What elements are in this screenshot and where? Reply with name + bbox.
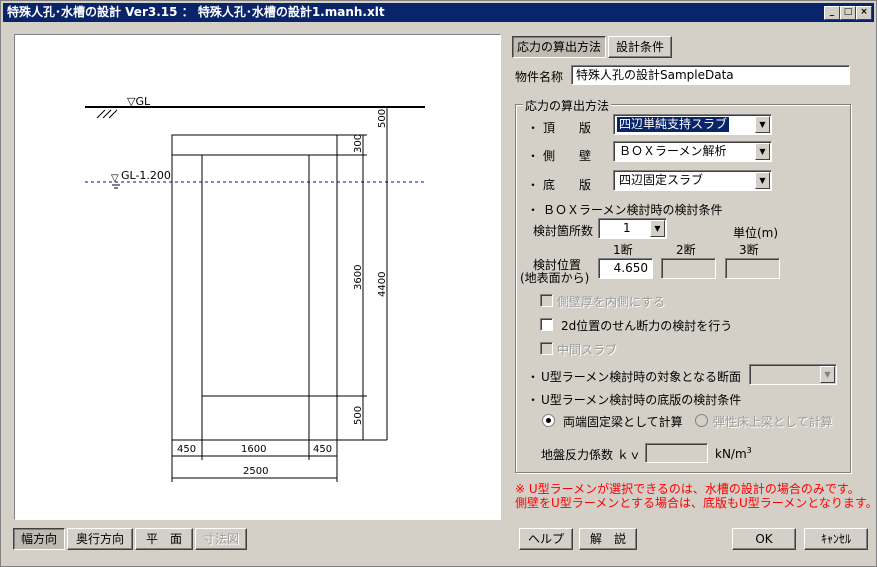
drawing-canvas: ▽GL ▽ GL-1.200 500 300 3600 4400 500 450… — [14, 34, 501, 520]
side-wall-label: 側 壁 — [543, 149, 592, 163]
section-1-label: 1断 — [613, 243, 633, 257]
position-2-input[interactable] — [661, 258, 716, 279]
minimize-button[interactable]: _ — [824, 6, 840, 20]
section-2-label: 2断 — [676, 243, 696, 257]
u-target-select[interactable]: ▼ — [749, 364, 837, 385]
bullet-bottom: ・ — [527, 178, 540, 192]
chevron-down-icon[interactable]: ▼ — [650, 220, 665, 237]
dim-2500: 2500 — [243, 466, 268, 477]
help-button[interactable]: ヘルプ — [519, 528, 573, 550]
middle-slab-label: 中間スラブ — [557, 343, 618, 357]
dim-450-right: 450 — [313, 444, 332, 455]
shear-2d-checkbox[interactable] — [540, 318, 553, 331]
bottom-slab-value: 四辺固定スラブ — [619, 173, 704, 187]
dim-1600: 1600 — [241, 444, 266, 455]
kv-label: 地盤反力係数 ｋｖ — [541, 448, 641, 462]
property-name-field[interactable]: 特殊人孔の設計SampleData — [571, 65, 850, 85]
dim-300: 300 — [353, 134, 364, 153]
elastic-beam-radio[interactable] — [695, 414, 708, 427]
water-level-label: GL-1.200 — [121, 169, 171, 182]
box-conditions-title: ＢＯＸラーメン検討時の検討条件 — [543, 203, 723, 217]
close-button[interactable]: × — [856, 6, 872, 20]
dim-4400: 4400 — [377, 272, 388, 297]
section-3-label: 3断 — [739, 243, 759, 257]
dim-500-top: 500 — [377, 109, 388, 128]
view-dims-button[interactable]: 寸法図 — [195, 528, 247, 550]
bullet-side: ・ — [527, 149, 540, 163]
maximize-button[interactable]: □ — [840, 6, 856, 20]
title-bar: 特殊人孔･水槽の設計 Ver3.15 ： 特殊人孔･水槽の設計1.manh.xl… — [3, 3, 874, 22]
kv-unit: kN/m3 — [715, 446, 752, 461]
top-slab-label: 頂 版 — [543, 121, 592, 135]
water-mark-icon: ▽ — [111, 173, 119, 184]
bullet-u-bottom: ・ — [527, 393, 540, 407]
position-1-input[interactable]: 4.650 — [598, 258, 653, 279]
view-plan-button[interactable]: 平 面 — [135, 528, 193, 550]
count-value: 1 — [623, 221, 631, 235]
side-wall-value: ＢＯＸラーメン解析 — [619, 144, 727, 158]
kv-unit-text: kN/m — [715, 447, 747, 461]
chevron-down-icon[interactable]: ▼ — [755, 143, 770, 160]
gl-label: ▽GL — [127, 95, 151, 108]
kv-input[interactable] — [645, 443, 708, 463]
inner-wall-label: 側壁厚を内側にする — [557, 295, 666, 309]
position-label-2: (地表面から) — [520, 271, 590, 285]
view-width-button[interactable]: 幅方向 — [13, 528, 65, 550]
cancel-button[interactable]: ｷｬﾝｾﾙ — [804, 528, 868, 550]
chevron-down-icon[interactable]: ▼ — [755, 172, 770, 189]
window-title: 特殊人孔･水槽の設計 Ver3.15 ： 特殊人孔･水槽の設計1.manh.xl… — [7, 5, 385, 19]
chevron-down-icon[interactable]: ▼ — [820, 366, 835, 383]
middle-slab-checkbox[interactable] — [540, 342, 553, 355]
u-bottom-label: U型ラーメン検討時の底版の検討条件 — [541, 393, 742, 407]
ok-button[interactable]: OK — [732, 528, 796, 550]
kv-unit-sup: 3 — [746, 446, 752, 455]
inner-wall-checkbox[interactable] — [540, 294, 553, 307]
inner-box — [201, 154, 310, 397]
dim-500-bot: 500 — [353, 406, 364, 425]
explain-button[interactable]: 解 説 — [579, 528, 637, 550]
tab-stress-method[interactable]: 応力の算出方法 — [512, 36, 606, 58]
bullet-top: ・ — [527, 121, 540, 135]
fixed-beam-radio[interactable] — [542, 414, 555, 427]
dim-3600: 3600 — [353, 265, 364, 290]
position-3-input[interactable] — [725, 258, 780, 279]
count-select[interactable]: 1 ▼ — [598, 218, 667, 239]
bottom-slab-label: 底 版 — [543, 178, 592, 192]
bullet-box: ・ — [527, 203, 540, 217]
top-slab-value: 四辺単純支持スラブ — [617, 117, 730, 132]
count-label: 検討箇所数 — [533, 224, 594, 238]
fixed-beam-label: 両端固定梁として計算 — [563, 415, 683, 429]
side-wall-select[interactable]: ＢＯＸラーメン解析 ▼ — [613, 141, 772, 162]
property-name-label: 物件名称 — [515, 70, 564, 84]
u-target-label: U型ラーメン検討時の対象となる断面 — [541, 370, 741, 384]
shear-2d-label: 2d位置のせん断力の検討を行う — [561, 319, 733, 333]
section-drawing: ▽GL ▽ GL-1.200 500 300 3600 4400 500 450… — [85, 95, 425, 482]
elastic-beam-label: 弾性床上梁として計算 — [713, 415, 833, 429]
view-depth-button[interactable]: 奥行方向 — [67, 528, 133, 550]
unit-label: 単位(m) — [733, 226, 779, 240]
main-window: 特殊人孔･水槽の設計 Ver3.15 ： 特殊人孔･水槽の設計1.manh.xl… — [0, 0, 877, 567]
dim-450-left: 450 — [177, 444, 196, 455]
top-slab-select[interactable]: 四辺単純支持スラブ ▼ — [613, 114, 772, 135]
tab-design-conditions[interactable]: 設計条件 — [608, 36, 672, 58]
note-line-2: 側壁をU型ラーメンとする場合は、底版もU型ラーメンとなります。 — [515, 496, 877, 510]
bottom-slab-select[interactable]: 四辺固定スラブ ▼ — [613, 170, 772, 191]
chevron-down-icon[interactable]: ▼ — [755, 116, 770, 133]
method-group-title: 応力の算出方法 — [523, 97, 612, 114]
bullet-u-target: ・ — [527, 370, 540, 384]
outer-box — [171, 134, 338, 441]
